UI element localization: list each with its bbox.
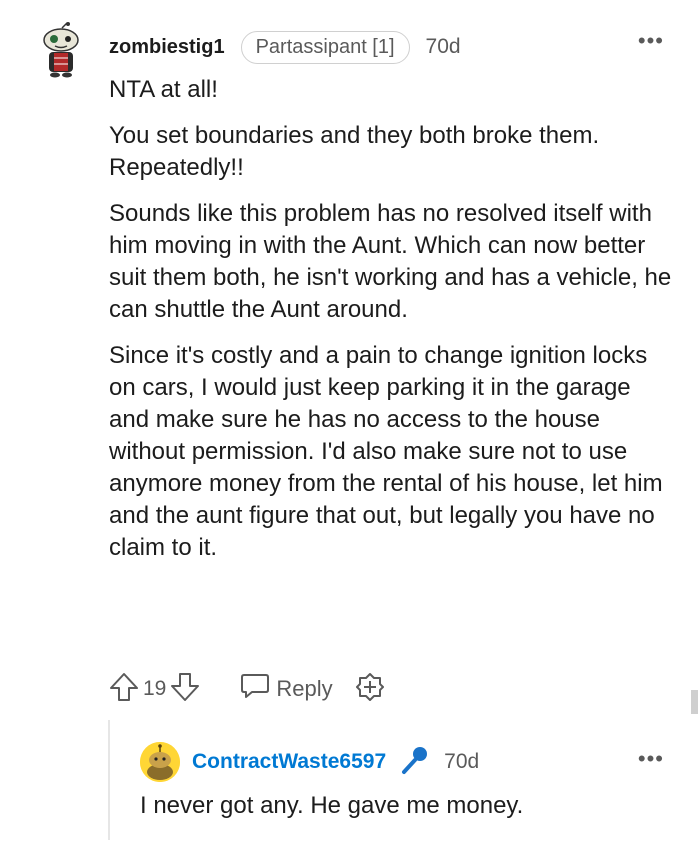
vote-count: 19 [143,677,167,700]
reply-body: I never got any. He gave me money. [140,792,524,819]
reply-button[interactable]: Reply [240,672,333,706]
comment-bubble-icon [240,672,270,706]
reply-header: ContractWaste6597 70d [192,746,479,778]
upvote-icon[interactable] [109,671,139,708]
award-icon[interactable] [355,672,385,707]
avatar[interactable] [140,742,180,782]
user-flair: Partassipant [1] [240,30,410,64]
username[interactable]: zombiestig1 [109,36,225,59]
comment-paragraph: NTA at all! [109,76,218,103]
comment-body: NTA at all! You set boundaries and they … [109,74,674,578]
comment-header: zombiestig1 Partassipant [1] 70d [109,30,461,64]
username[interactable]: ContractWaste6597 [192,750,386,774]
more-options-icon[interactable]: ••• [638,30,664,52]
comment-actions: 19 Reply [109,670,385,708]
thread-line[interactable] [108,720,110,840]
scrollbar[interactable] [691,690,698,714]
reply-label: Reply [276,676,333,701]
downvote-icon[interactable] [170,671,200,708]
comment-paragraph: Sounds like this problem has no resolved… [109,200,672,323]
timestamp: 70d [425,35,461,58]
microphone-icon [400,745,430,780]
comment-paragraph: Since it's costly and a pain to change i… [109,342,663,561]
avatar[interactable] [36,22,86,78]
timestamp: 70d [444,750,480,773]
more-options-icon[interactable]: ••• [638,748,664,770]
comment-paragraph: You set boundaries and they both broke t… [109,122,600,181]
